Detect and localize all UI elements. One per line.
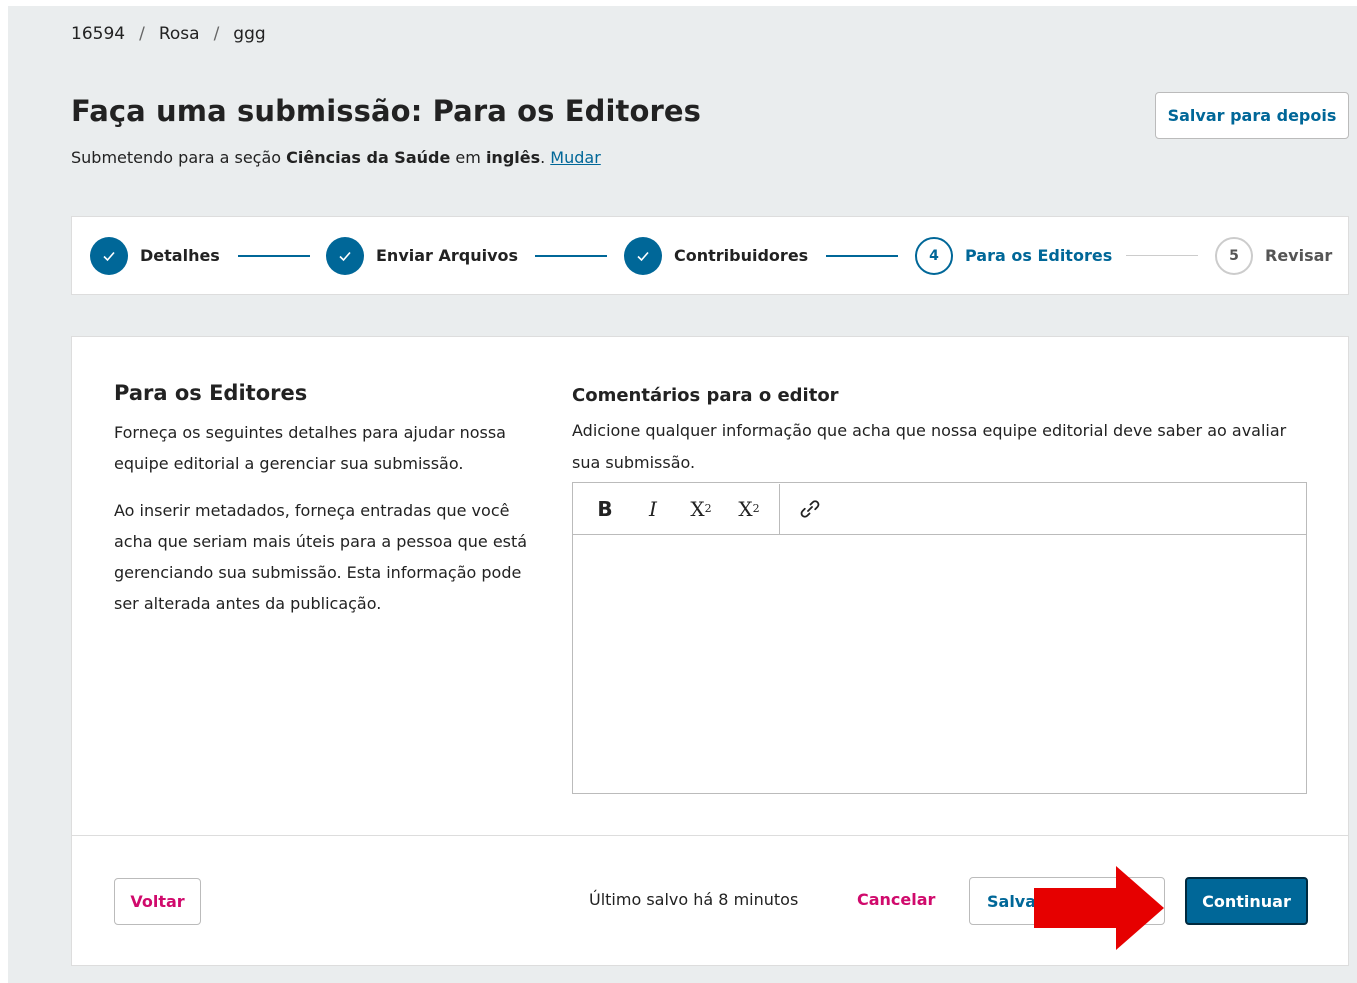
step-connector [238, 255, 310, 257]
breadcrumb-item-id[interactable]: 16594 [71, 24, 125, 44]
link-icon [800, 499, 820, 518]
step-upload-files[interactable]: Enviar Arquivos [326, 217, 518, 294]
step-number: 4 [915, 236, 953, 275]
section-description: Forneça os seguintes detalhes para ajuda… [114, 423, 506, 473]
check-icon [624, 236, 662, 275]
superscript-base: X [690, 496, 705, 521]
save-for-later-button[interactable]: Salvar para depois [1155, 92, 1349, 139]
back-button[interactable]: Voltar [114, 878, 201, 925]
subtitle-suffix: . [540, 148, 551, 167]
breadcrumb-item-title: ggg [233, 24, 266, 44]
cancel-button[interactable]: Cancelar [857, 890, 935, 909]
step-label: Enviar Arquivos [376, 246, 519, 265]
step-details[interactable]: Detalhes [90, 217, 220, 294]
subscript-base: X [738, 496, 753, 521]
breadcrumb-separator: / [213, 24, 220, 44]
step-review[interactable]: 5 Revisar [1215, 217, 1332, 294]
change-section-link[interactable]: Mudar [550, 148, 600, 167]
comments-editor: B I X2 X2 [572, 482, 1307, 794]
breadcrumb-separator: / [139, 24, 145, 44]
check-icon [326, 236, 364, 275]
italic-button[interactable]: I [629, 484, 677, 534]
breadcrumb: 16594 / Rosa / ggg [71, 24, 266, 44]
red-arrow-annotation [1034, 866, 1164, 950]
link-button[interactable] [786, 484, 834, 534]
step-contributors[interactable]: Contribuidores [624, 217, 808, 294]
editor-toolbar: B I X2 X2 [573, 483, 1306, 535]
superscript-mark: 2 [704, 502, 712, 515]
comments-description: Adicione qualquer informação que acha qu… [572, 421, 1287, 472]
comments-label: Comentários para o editor [572, 385, 839, 406]
section-help-text: Ao inserir metadados, forneça entradas q… [114, 501, 528, 613]
comments-textarea[interactable] [573, 535, 1306, 793]
check-icon [90, 236, 128, 275]
step-number: 5 [1215, 236, 1253, 275]
breadcrumb-item-author[interactable]: Rosa [159, 24, 200, 44]
toolbar-divider [779, 483, 780, 534]
step-connector [535, 255, 607, 257]
subscript-mark: 2 [752, 502, 760, 515]
section-title: Para os Editores [114, 381, 308, 405]
language-name: inglês [485, 148, 541, 167]
subtitle-prefix: Submetendo para a seção [71, 148, 287, 167]
bold-button[interactable]: B [581, 484, 629, 534]
step-label: Contribuidores [674, 246, 809, 265]
step-connector [826, 255, 898, 257]
subscript-button[interactable]: X2 [725, 484, 773, 534]
step-label: Para os Editores [965, 246, 1113, 265]
section-name: Ciências da Saúde [286, 148, 451, 167]
page-title: Faça uma submissão: Para os Editores [71, 94, 702, 128]
continue-button[interactable]: Continuar [1185, 877, 1308, 925]
subtitle-mid: em [450, 148, 486, 167]
step-label: Detalhes [140, 246, 220, 265]
superscript-button[interactable]: X2 [677, 484, 725, 534]
progress-steps: Detalhes Enviar Arquivos Contribuidores … [71, 216, 1349, 295]
step-for-editors[interactable]: 4 Para os Editores [915, 217, 1112, 294]
step-label: Revisar [1265, 246, 1333, 265]
step-connector [1126, 255, 1198, 256]
submission-section-info: Submetendo para a seção Ciências da Saúd… [71, 148, 601, 167]
last-saved-status: Último salvo há 8 minutos [589, 890, 799, 909]
